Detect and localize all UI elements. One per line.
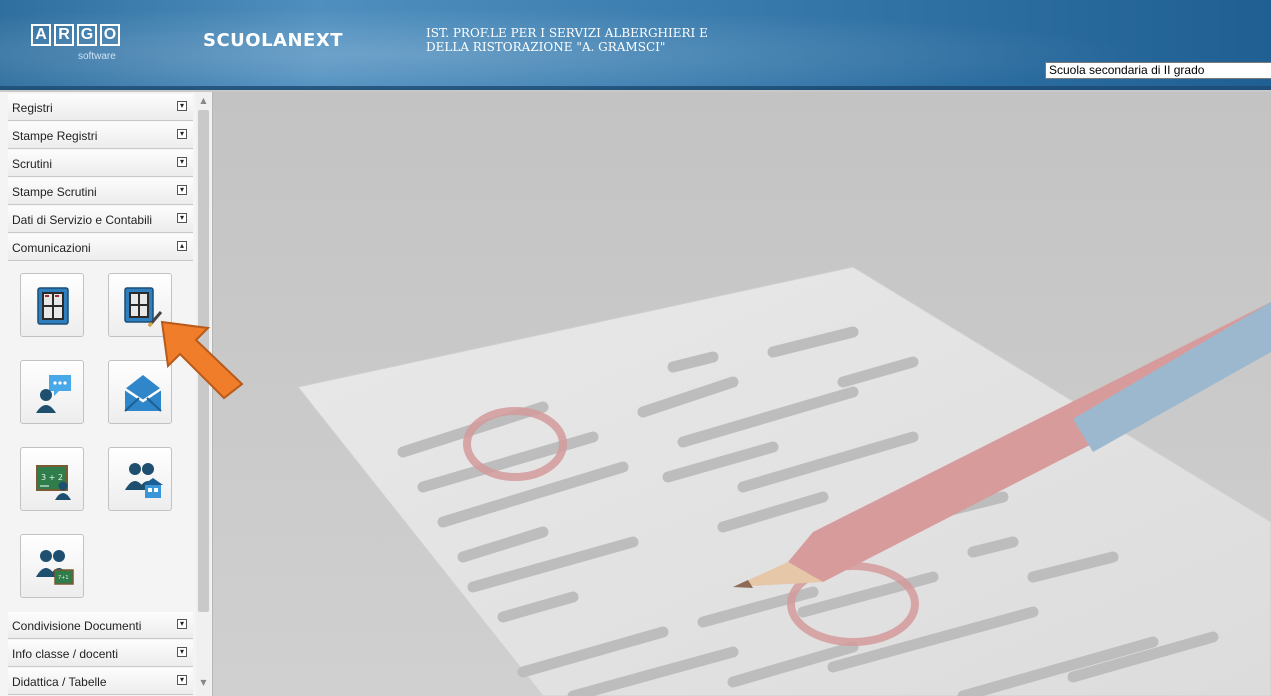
menu-section-stampe-registri[interactable]: Stampe Registri ▾ xyxy=(8,122,193,149)
menu-section-label: Didattica / Tabelle xyxy=(12,675,107,689)
svg-text:7+1: 7+1 xyxy=(58,575,69,581)
bulletin-board-edit-icon xyxy=(124,287,163,328)
expand-icon[interactable]: ▾ xyxy=(177,185,187,195)
expand-icon[interactable]: ▾ xyxy=(177,675,187,685)
menu-section-comunicazioni[interactable]: Comunicazioni ▴ xyxy=(8,234,193,261)
logo-letter-o: O xyxy=(100,24,120,46)
tile-classe[interactable]: 3 + 2 xyxy=(20,447,84,511)
svg-text:3 + 2: 3 + 2 xyxy=(41,473,63,482)
menu-section-label: Comunicazioni xyxy=(12,241,91,255)
school-type-select[interactable]: Scuola secondaria di II grado xyxy=(1045,62,1271,79)
menu-section-label: Info classe / docenti xyxy=(12,647,119,661)
scroll-up-arrow-icon[interactable]: ▲ xyxy=(198,96,209,108)
logo-subtitle: software xyxy=(78,51,116,62)
paper-pencil-illustration xyxy=(297,266,1271,696)
bulletin-board-icon xyxy=(37,287,69,325)
expand-icon[interactable]: ▾ xyxy=(177,619,187,629)
menu-section-scrutini[interactable]: Scrutini ▾ xyxy=(8,150,193,177)
menu-section-label: Registri xyxy=(12,101,53,115)
header-divider xyxy=(0,86,1271,90)
product-title: SCUOLANEXT xyxy=(203,30,344,51)
parents-blackboard-icon: 7+1 xyxy=(36,550,74,585)
logo-letter-a: A xyxy=(31,24,51,46)
tile-messaggi[interactable] xyxy=(20,360,84,424)
menu-section-label: Stampe Scrutini xyxy=(12,185,97,199)
logo-letter-r: R xyxy=(54,24,74,46)
envelope-icon xyxy=(124,375,162,412)
school-name: IST. PROF.LE PER I SERVIZI ALBERGHIERI E… xyxy=(426,26,708,54)
menu-section-registri[interactable]: Registri ▾ xyxy=(8,94,193,121)
logo-letter-g: G xyxy=(77,24,97,46)
tile-genitori[interactable] xyxy=(108,447,172,511)
menu-section-stampe-scrutini[interactable]: Stampe Scrutini ▾ xyxy=(8,178,193,205)
scroll-down-arrow-icon[interactable]: ▼ xyxy=(198,678,209,690)
expand-icon[interactable]: ▾ xyxy=(177,213,187,223)
parents-school-icon xyxy=(125,463,163,498)
menu-section-dati-servizio[interactable]: Dati di Servizio e Contabili ▾ xyxy=(8,206,193,233)
menu-section-condivisione-documenti[interactable]: Condivisione Documenti ▾ xyxy=(8,612,193,639)
menu-section-label: Stampe Registri xyxy=(12,129,98,143)
tile-ricevimento[interactable]: 7+1 xyxy=(20,534,84,598)
argo-logo: A R G O xyxy=(31,24,120,46)
main-content-area xyxy=(213,92,1271,696)
expand-icon[interactable]: ▾ xyxy=(177,157,187,167)
menu-section-didattica-tabelle[interactable]: Didattica / Tabelle ▾ xyxy=(8,668,193,695)
menu-section-info-classe[interactable]: Info classe / docenti ▾ xyxy=(8,640,193,667)
tile-bacheca[interactable] xyxy=(20,273,84,337)
menu-section-label: Condivisione Documenti xyxy=(12,619,142,633)
expand-icon[interactable]: ▾ xyxy=(177,101,187,111)
app-header: A R G O software SCUOLANEXT IST. PROF.LE… xyxy=(0,0,1271,90)
menu-section-label: Scrutini xyxy=(12,157,53,171)
collapse-icon[interactable]: ▴ xyxy=(177,241,187,251)
user-message-icon xyxy=(36,375,71,413)
expand-icon[interactable]: ▾ xyxy=(177,647,187,657)
blackboard-teacher-icon: 3 + 2 xyxy=(36,465,71,500)
expand-icon[interactable]: ▾ xyxy=(177,129,187,139)
pointer-arrow-icon xyxy=(160,320,244,400)
menu-section-label: Dati di Servizio e Contabili xyxy=(12,213,153,227)
